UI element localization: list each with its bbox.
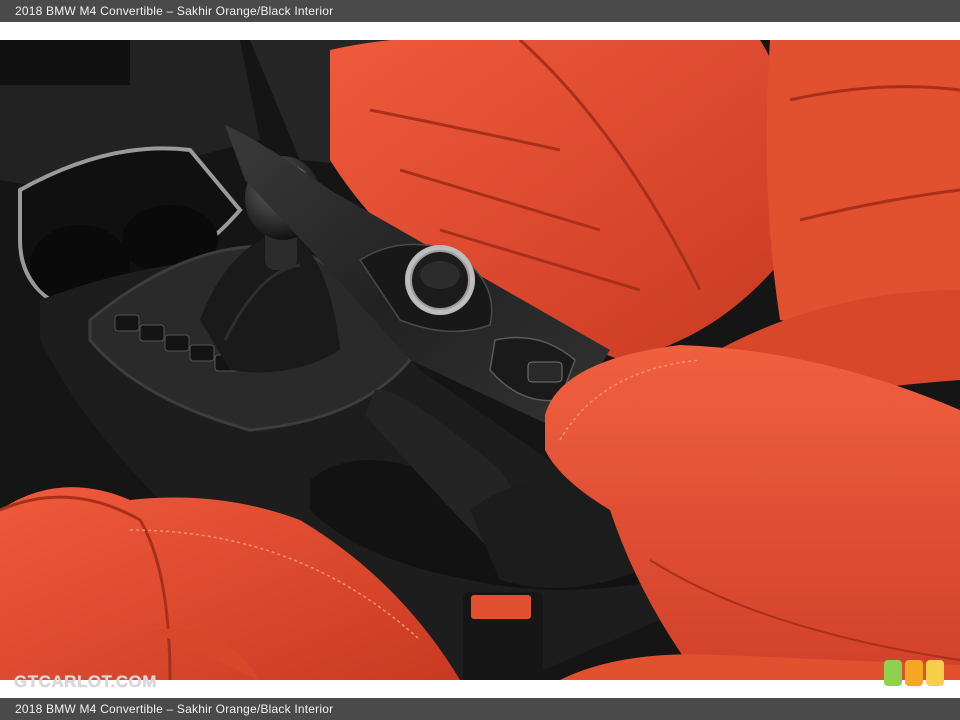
caption-text: 2018 BMW M4 Convertible – Sakhir Orange/…	[15, 702, 334, 716]
site-logo-icon	[884, 658, 946, 688]
caption-text: 2018 BMW M4 Convertible – Sakhir Orange/…	[15, 4, 334, 18]
interior-illustration	[0, 40, 960, 680]
interior-photo	[0, 40, 960, 680]
caption-bar-top: 2018 BMW M4 Convertible – Sakhir Orange/…	[0, 0, 960, 22]
watermark: GTCARLOT.COM	[14, 672, 157, 691]
caption-bar-bottom: 2018 BMW M4 Convertible – Sakhir Orange/…	[0, 698, 960, 720]
